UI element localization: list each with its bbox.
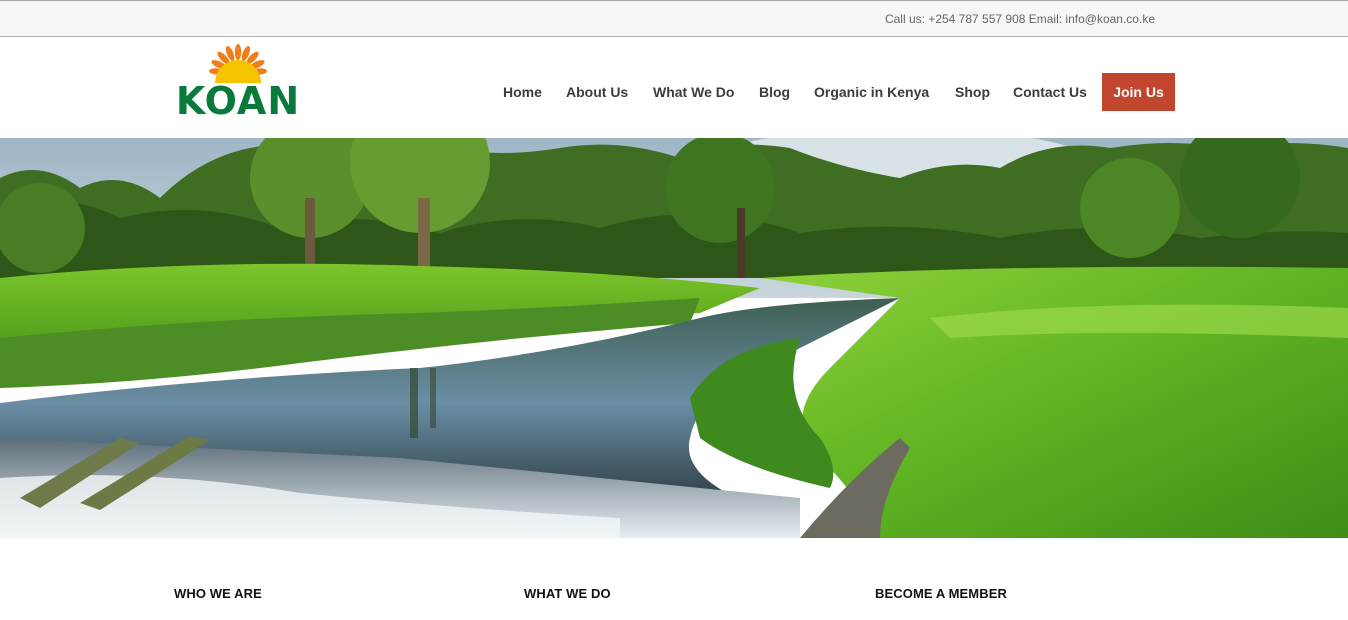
- contact-info: Call us: +254 787 557 908 Email: info@ko…: [884, 12, 1155, 26]
- top-contact-bar: Call us: +254 787 557 908 Email: info@ko…: [0, 0, 1348, 37]
- section-title-who-we-are: WHO WE ARE: [174, 586, 262, 601]
- section-title-what-we-do: WHAT WE DO: [524, 586, 611, 601]
- nav-blog[interactable]: Blog: [759, 73, 790, 111]
- nav-about-us[interactable]: About Us: [566, 73, 628, 111]
- nav-organic-in-kenya[interactable]: Organic in Kenya: [814, 73, 929, 111]
- section-title-become-a-member: BECOME A MEMBER: [875, 586, 1007, 601]
- nav-what-we-do[interactable]: What We Do: [653, 73, 734, 111]
- main-navigation: Home About Us What We Do Blog Organic in…: [0, 73, 1348, 111]
- nav-shop[interactable]: Shop: [955, 73, 990, 111]
- nav-contact-us[interactable]: Contact Us: [1013, 73, 1087, 111]
- hero-banner: [0, 138, 1348, 538]
- hero-landscape-image: [0, 138, 1348, 538]
- intro-sections: WHO WE ARE WHAT WE DO BECOME A MEMBER: [0, 538, 1348, 620]
- site-header: KOAN Home About Us What We Do Blog Organ…: [0, 37, 1348, 138]
- nav-home[interactable]: Home: [503, 73, 542, 111]
- join-us-button[interactable]: Join Us: [1102, 73, 1175, 111]
